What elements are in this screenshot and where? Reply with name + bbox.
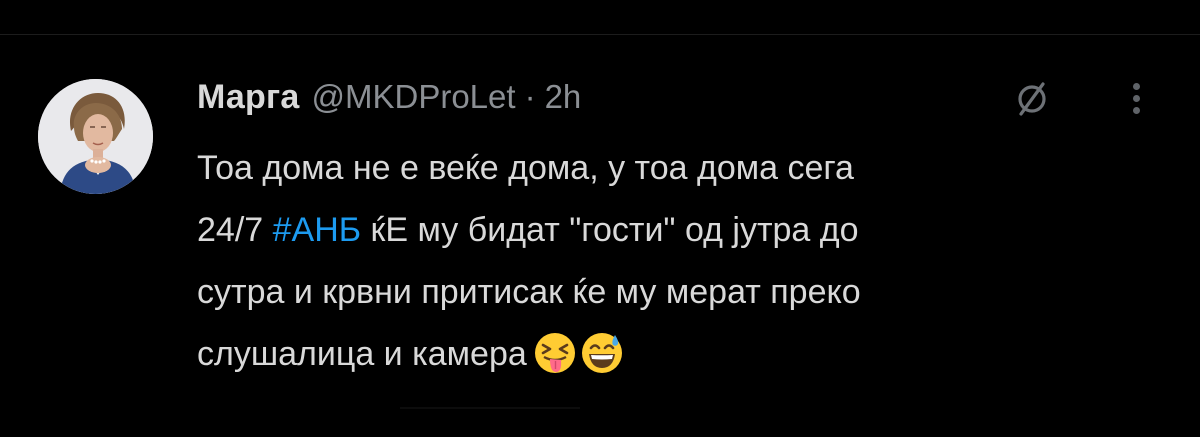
tweet-text-line-3: сутра и крвни притисак ќе му мерат преко	[197, 273, 861, 311]
more-vertical-icon[interactable]	[1128, 83, 1144, 117]
grinning-face-with-sweat-emoji	[581, 333, 622, 373]
more-dot	[1132, 107, 1140, 114]
tweet-text-line-4: слушалица и камера	[197, 323, 1157, 395]
tweet-text-fragment: слушалица и камера	[197, 335, 527, 373]
tweet-card[interactable]: Марга @MKDProLet · 2h Тоа дома не е веќе…	[0, 35, 1200, 437]
tweet-text-line-2: 24/7 #АНБ ќЕ му бидат "гости" од јутра д…	[197, 199, 1157, 261]
avatar-photo	[38, 79, 153, 194]
tweet-text: Тоа дома не е веќе дома, у тоа дома сега…	[197, 137, 1157, 395]
more-dot	[1132, 95, 1140, 102]
user-handle[interactable]: @MKDProLet	[312, 78, 516, 116]
tweet-text-fragment: 24/7	[197, 211, 264, 249]
hashtag-link[interactable]: #АНБ	[273, 211, 361, 249]
tweet-text-fragment: ќЕ му бидат "гости" од јутра до	[370, 211, 859, 249]
more-dot	[1132, 83, 1140, 90]
separator-dot: ·	[524, 78, 536, 115]
mute-slash-icon[interactable]	[1012, 78, 1052, 118]
avatar[interactable]	[38, 79, 153, 194]
bottom-edge-shadow	[400, 407, 580, 409]
tweet-text-line-1: Тоа дома не е веќе дома, у тоа дома сега	[197, 149, 854, 187]
timestamp[interactable]: 2h	[545, 78, 582, 116]
emoji-group	[533, 331, 627, 395]
tweet-page: Марга @MKDProLet · 2h Тоа дома не е веќе…	[0, 0, 1200, 437]
tweet-header: Марга @MKDProLet · 2h	[197, 78, 581, 122]
squinting-face-with-tongue-emoji	[534, 333, 575, 373]
display-name[interactable]: Марга	[197, 78, 300, 117]
